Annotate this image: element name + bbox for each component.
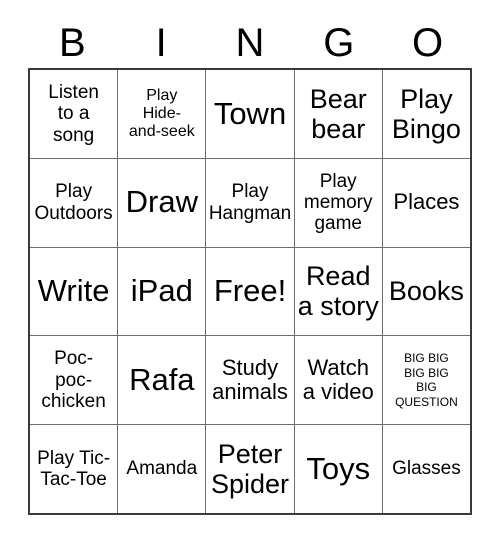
bingo-cell[interactable]: Places [382,158,471,247]
bingo-cell-label: Study animals [212,354,288,405]
bingo-cell[interactable]: Study animals [206,336,295,425]
bingo-cell[interactable]: Read a story [294,247,383,336]
bingo-cell-label: BIG BIG BIG BIG BIG QUESTION [395,351,458,409]
bingo-cell-label: Write [37,273,110,309]
bingo-header-letter-g: G [323,21,355,65]
bingo-header-letter-b: B [59,21,86,65]
bingo-cell-label: Town [213,95,287,131]
bingo-cell-label: Glasses [392,458,461,480]
bingo-cell[interactable]: Rafa [118,336,207,425]
bingo-cell[interactable]: Play Bingo [382,70,471,158]
bingo-cell[interactable]: Bear bear [294,70,383,158]
bingo-cell-label: Play Tic- Tac-Toe [37,447,111,491]
bingo-header-letter-i: I [155,21,167,65]
bingo-row: Listen to a song Play Hide- and-seek Tow… [30,70,471,159]
bingo-header-row: B I N G O [28,18,472,68]
bingo-card: B I N G O Listen to a song Play Hide- an… [0,0,500,544]
bingo-cell[interactable]: Amanda [118,425,207,513]
bingo-cell-label: Play Hangman [208,181,292,224]
bingo-header-letter-o: O [412,21,444,65]
bingo-cell-label: Play Outdoors [34,181,113,224]
bingo-cell-label: Amanda [126,458,198,480]
bingo-row: Poc- poc- chicken Rafa Study animals Wat… [30,336,471,426]
bingo-cell-free[interactable]: Free! [206,247,295,336]
bingo-cell-label: Watch a video [302,354,374,405]
bingo-cell[interactable]: Play Hangman [206,158,295,247]
bingo-cell-label: Read a story [297,261,379,322]
bingo-cell-label: Toys [306,450,371,486]
bingo-cell[interactable]: Play Outdoors [30,158,119,247]
bingo-cell[interactable]: Play Hide- and-seek [118,70,207,158]
bingo-cell[interactable]: Poc- poc- chicken [30,336,119,425]
bingo-cell-label: Poc- poc- chicken [41,348,106,412]
bingo-cell[interactable]: Listen to a song [30,70,119,158]
bingo-cell-label: Listen to a song [48,82,99,146]
bingo-cell[interactable]: Watch a video [294,336,383,425]
bingo-cell-label: Draw [125,184,198,220]
bingo-cell-label: Play memory game [303,170,373,235]
bingo-cell[interactable]: Play Tic- Tac-Toe [30,425,119,513]
bingo-cell[interactable]: Play memory game [294,158,383,247]
bingo-cell-label: Play Hide- and-seek [128,87,195,140]
bingo-header-letter-n: N [235,21,265,65]
bingo-cell-label: Play Bingo [391,83,461,144]
bingo-row: Play Outdoors Draw Play Hangman Play mem… [30,158,471,248]
bingo-cell-label: Rafa [129,361,195,397]
bingo-cell[interactable]: Toys [294,425,383,513]
bingo-cell[interactable]: Write [30,247,119,336]
bingo-cell[interactable]: Books [382,247,471,336]
bingo-cell-label: Free! [213,273,287,309]
bingo-cell[interactable]: Glasses [382,425,471,513]
bingo-grid: Listen to a song Play Hide- and-seek Tow… [28,68,472,515]
bingo-cell[interactable]: iPad [118,247,207,336]
bingo-row: Write iPad Free! Read a story Books [30,247,471,337]
bingo-cell[interactable]: Town [206,70,295,158]
bingo-cell-label: Books [388,276,464,307]
bingo-cell-label: Peter Spider [210,438,290,500]
bingo-cell-label: Bear bear [309,83,367,144]
bingo-cell-label: iPad [130,273,193,309]
bingo-cell[interactable]: Draw [118,158,207,247]
bingo-cell[interactable]: Peter Spider [206,425,295,513]
bingo-row: Play Tic- Tac-Toe Amanda Peter Spider To… [30,425,471,513]
bingo-cell-label: Places [393,189,460,215]
bingo-cell[interactable]: BIG BIG BIG BIG BIG QUESTION [382,336,471,425]
